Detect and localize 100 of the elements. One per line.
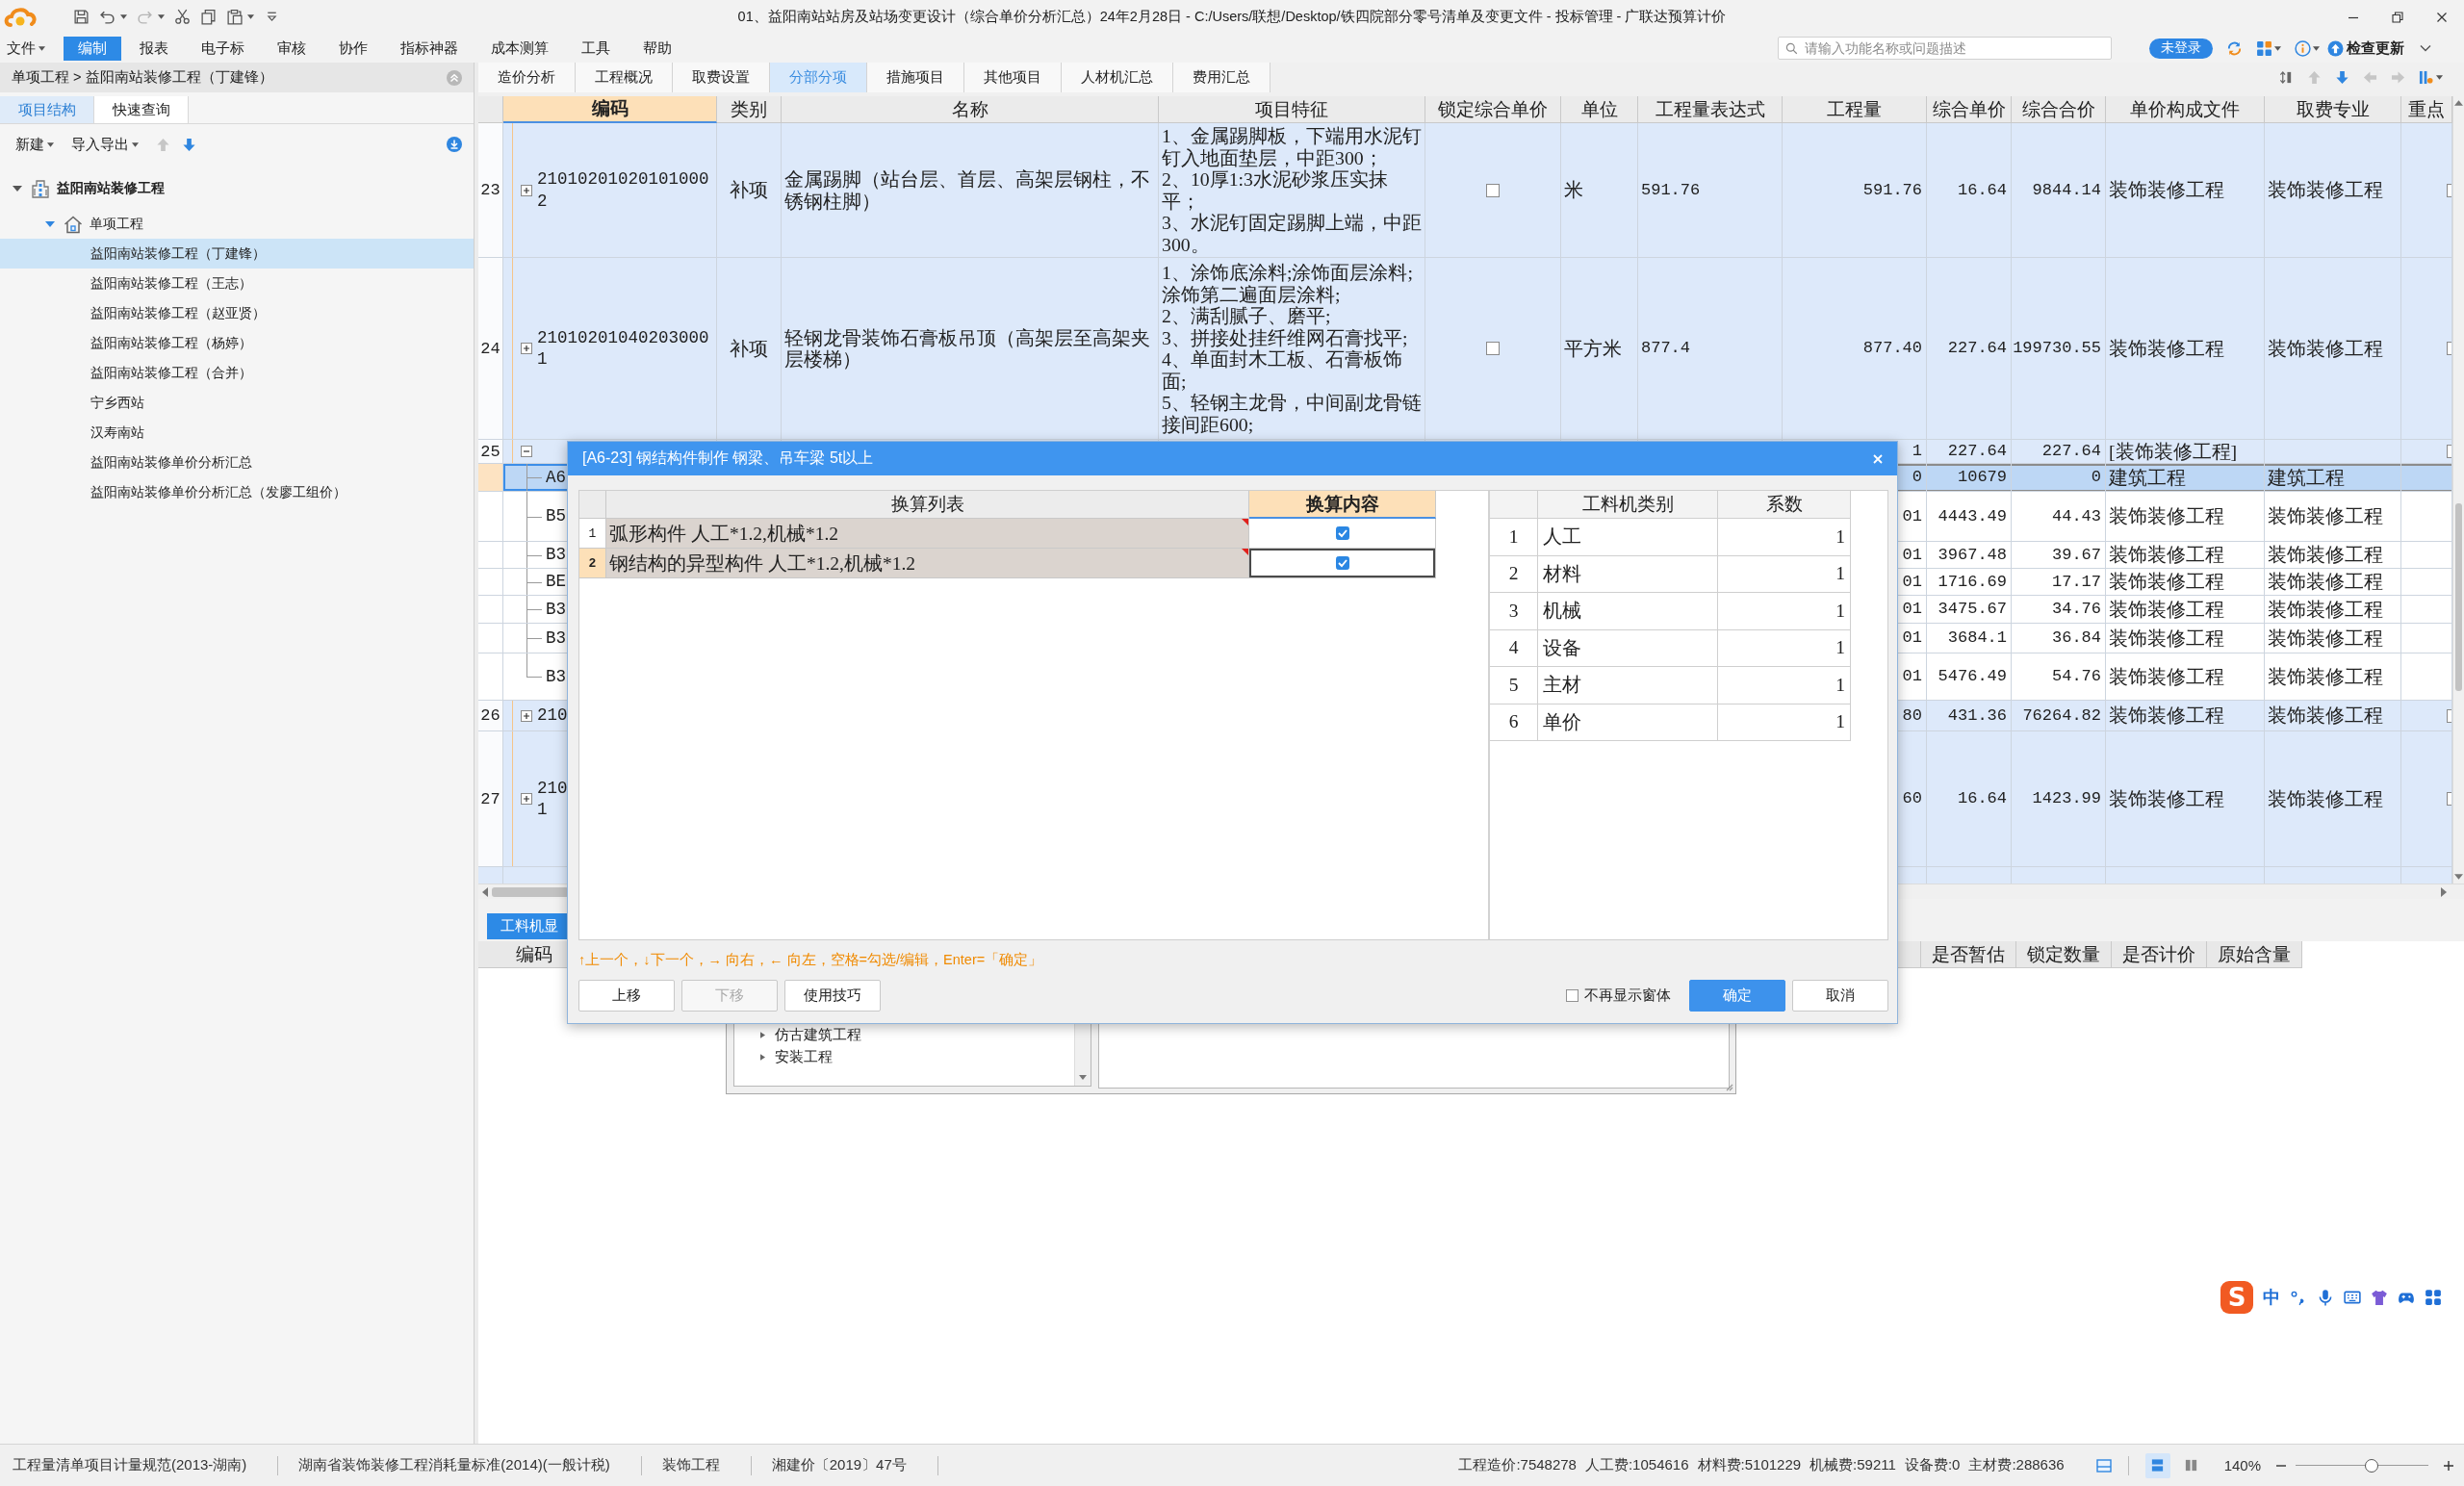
- tree-item[interactable]: 益阳南站装修单价分析汇总（发廖工组价）: [0, 477, 474, 507]
- column-header[interactable]: 工程量表达式: [1638, 96, 1783, 123]
- tree-item[interactable]: 益阳南站装修工程（丁建锋）: [0, 239, 474, 269]
- menu-item[interactable]: 成本测算: [476, 36, 563, 61]
- checkbox[interactable]: [2447, 792, 2451, 806]
- column-header[interactable]: 编码: [516, 941, 552, 967]
- apps-icon[interactable]: [2256, 39, 2272, 57]
- checkbox-label[interactable]: 不再显示窗体: [1584, 986, 1671, 1005]
- tree-item[interactable]: 汉寿南站: [0, 418, 474, 448]
- table-cell[interactable]: [1249, 549, 1436, 578]
- checkbox[interactable]: [2447, 445, 2451, 458]
- scissors-icon[interactable]: [174, 9, 191, 25]
- menu-item[interactable]: 工具: [567, 36, 625, 61]
- tree-item[interactable]: 仿古建筑工程: [734, 1024, 1074, 1046]
- column-header[interactable]: 单位: [1561, 96, 1638, 123]
- keyboard-icon[interactable]: [2344, 1289, 2361, 1306]
- checkbox[interactable]: [1486, 342, 1500, 355]
- undo-icon[interactable]: [99, 9, 116, 25]
- right-triangle-icon[interactable]: [760, 1054, 765, 1061]
- down-triangle-icon[interactable]: [2454, 874, 2463, 880]
- column-header[interactable]: 换算列表: [606, 491, 1249, 519]
- menu-item[interactable]: 电子标: [187, 36, 259, 61]
- menu-item[interactable]: 报表: [125, 36, 183, 61]
- column-header[interactable]: 是否计价: [2112, 941, 2207, 967]
- menu-item[interactable]: 指标神器: [386, 36, 473, 61]
- sync-icon[interactable]: [2226, 39, 2243, 57]
- panel-icon[interactable]: [2095, 1457, 2112, 1473]
- column-header[interactable]: 类别: [717, 96, 782, 123]
- tree-item[interactable]: 益阳南站装修工程（赵亚贤）: [0, 298, 474, 328]
- dialog-button[interactable]: 取消: [1792, 980, 1888, 1012]
- column-header[interactable]: 工料机类别: [1538, 491, 1718, 519]
- row-number[interactable]: 26: [478, 701, 503, 731]
- menu-item[interactable]: 审核: [263, 36, 321, 61]
- column-header[interactable]: 换算内容: [1249, 491, 1436, 519]
- sort-icon[interactable]: [2279, 70, 2294, 85]
- down-triangle-icon[interactable]: [1079, 1075, 1087, 1080]
- tab[interactable]: 工料机显: [487, 913, 567, 939]
- tree-item[interactable]: 安装工程: [734, 1046, 1074, 1068]
- column-header[interactable]: 锁定数量: [2016, 941, 2112, 967]
- dialog-button[interactable]: 使用技巧: [784, 980, 881, 1012]
- scrollbar-thumb[interactable]: [492, 886, 569, 897]
- resize-grip-icon[interactable]: [1724, 1082, 1733, 1091]
- check-update-button[interactable]: 检查更新: [2327, 38, 2404, 58]
- right-triangle-icon[interactable]: [2441, 886, 2447, 897]
- info-icon[interactable]: [2295, 39, 2311, 57]
- plus-square-icon[interactable]: [521, 343, 532, 354]
- save-icon[interactable]: [73, 9, 90, 25]
- checkbox[interactable]: [2447, 342, 2451, 355]
- tree-item[interactable]: 宁乡西站: [0, 388, 474, 418]
- down-arrow-icon[interactable]: [182, 137, 196, 152]
- download-icon[interactable]: [447, 137, 462, 152]
- toolbar-button[interactable]: 导入导出: [71, 135, 139, 154]
- row-number[interactable]: 24: [478, 258, 503, 440]
- checkbox[interactable]: [1486, 183, 1500, 197]
- down-arrow-icon[interactable]: [2335, 70, 2349, 85]
- column-header[interactable]: 单价构成文件: [2106, 96, 2265, 123]
- column-header[interactable]: 名称: [782, 96, 1159, 123]
- column-header[interactable]: 系数: [1718, 491, 1851, 519]
- minus-square-icon[interactable]: [521, 446, 532, 457]
- up-triangle-icon[interactable]: [2454, 100, 2463, 106]
- checkbox[interactable]: [2447, 183, 2451, 197]
- menu-item[interactable]: 编制: [64, 36, 121, 61]
- column-header[interactable]: 编码: [503, 96, 717, 123]
- column-header[interactable]: 原始含量: [2207, 941, 2302, 967]
- shirt-icon[interactable]: [2371, 1289, 2388, 1306]
- column-header[interactable]: 项目特征: [1159, 96, 1425, 123]
- column-header[interactable]: 重点: [2401, 96, 2452, 123]
- microphone-icon[interactable]: [2317, 1289, 2334, 1306]
- plus-square-icon[interactable]: [521, 184, 532, 196]
- tree-item[interactable]: 益阳南站装修单价分析汇总: [0, 448, 474, 477]
- checkbox[interactable]: [2447, 708, 2451, 723]
- vertical-scrollbar[interactable]: [1074, 1024, 1091, 1086]
- copy-icon[interactable]: [200, 9, 217, 25]
- column-header[interactable]: 综合合价: [2012, 96, 2106, 123]
- row-number[interactable]: 27: [478, 731, 503, 867]
- login-button[interactable]: 未登录: [2149, 38, 2213, 59]
- menu-item[interactable]: 帮助: [629, 36, 686, 61]
- row-number[interactable]: 25: [478, 440, 503, 464]
- search-field[interactable]: 请输入功能名称或问题描述: [1778, 37, 2112, 60]
- checkbox[interactable]: [1335, 556, 1349, 570]
- double-chevron-up-icon[interactable]: [447, 69, 462, 86]
- table-cell[interactable]: 弧形构件 人工*1.2,机械*1.2: [606, 519, 1249, 549]
- plus-icon[interactable]: [2443, 1459, 2454, 1472]
- scrollbar-thumb[interactable]: [2455, 503, 2462, 691]
- grid-icon[interactable]: [2425, 1289, 2442, 1306]
- punctuation-icon[interactable]: [2290, 1289, 2307, 1306]
- clipboard-icon[interactable]: [226, 9, 243, 25]
- table-cell[interactable]: 钢结构的异型构件 人工*1.2,机械*1.2: [606, 549, 1249, 578]
- view-button[interactable]: [2144, 1452, 2170, 1478]
- left-triangle-icon[interactable]: [482, 886, 488, 897]
- tab[interactable]: 取费设置: [673, 63, 770, 92]
- close-icon[interactable]: [2436, 11, 2448, 23]
- tab[interactable]: 费用汇总: [1173, 63, 1270, 92]
- row-number[interactable]: 23: [478, 123, 503, 258]
- checkbox[interactable]: [1335, 526, 1349, 540]
- column-header[interactable]: 是否暂估: [1921, 941, 2016, 967]
- restore-icon[interactable]: [2392, 11, 2403, 23]
- tree-item[interactable]: 益阳南站装修工程（王志）: [0, 269, 474, 298]
- right-triangle-icon[interactable]: [760, 1032, 765, 1038]
- input-mode-label[interactable]: 中: [2263, 1286, 2280, 1309]
